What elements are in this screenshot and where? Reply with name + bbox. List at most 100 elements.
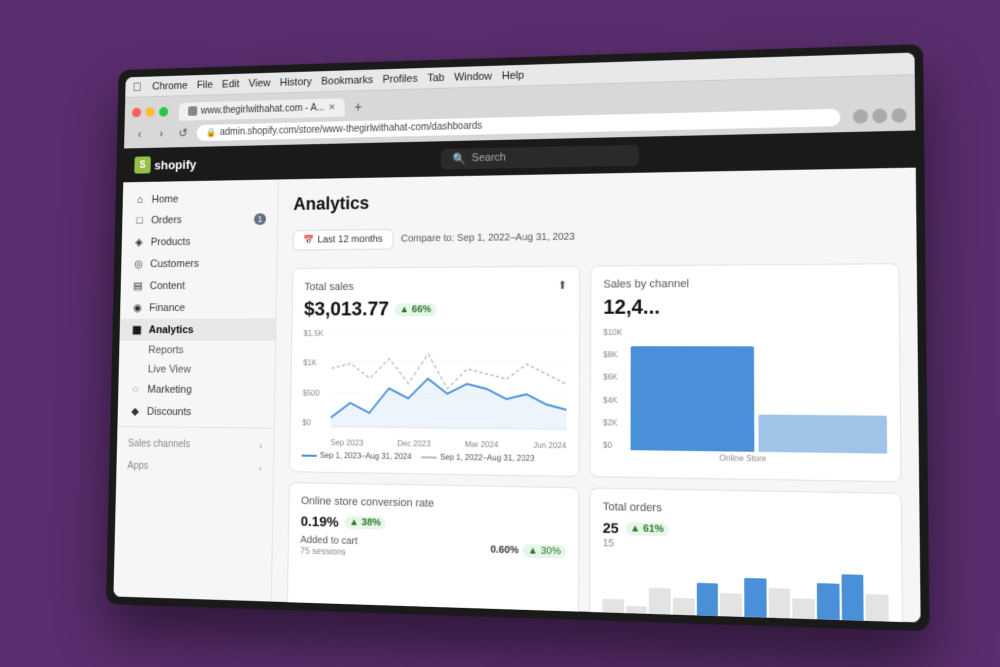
menu-edit[interactable]: Edit <box>222 78 240 90</box>
legend-line-dashed-icon <box>421 455 437 457</box>
sidebar-section-sales-channels[interactable]: Sales channels › <box>117 430 274 454</box>
share-icon[interactable]: ⬆ <box>558 278 567 291</box>
y-label-1: $1.5K <box>304 329 331 338</box>
traffic-lights <box>132 106 168 116</box>
bar-secondary <box>759 414 887 453</box>
sidebar-item-customers[interactable]: ◎ Customers <box>121 251 277 274</box>
shopify-search-container: 🔍 Search <box>203 138 902 173</box>
extension-btn-2[interactable] <box>872 108 887 123</box>
laptop-frame:  Chrome File Edit View History Bookmark… <box>106 44 930 631</box>
sales-channel-title: Sales by channel <box>603 276 885 290</box>
back-button[interactable]: ‹ <box>131 125 148 142</box>
tab-close-icon[interactable]: ✕ <box>328 101 335 112</box>
sidebar-item-orders[interactable]: □ Orders 1 <box>122 208 277 231</box>
menu-view[interactable]: View <box>249 77 271 89</box>
conversion-change-badge: ▲ 38% <box>344 515 385 529</box>
sidebar-item-analytics[interactable]: ▦ Analytics <box>119 318 275 340</box>
bar-chart-y-labels: $10K $8K $6K $4K $2K $0 <box>603 327 626 449</box>
menu-chrome[interactable]: Chrome <box>152 79 188 91</box>
products-icon: ◈ <box>133 235 146 247</box>
sidebar-label-content: Content <box>150 279 185 291</box>
sidebar-item-live-view[interactable]: Live View <box>119 359 275 379</box>
sidebar: ⌂ Home □ Orders 1 ◈ Products ◎ Custome <box>113 179 278 601</box>
extension-btn-3[interactable] <box>891 108 906 123</box>
mini-bar-chart <box>602 555 888 622</box>
apple-logo-icon:  <box>133 79 142 93</box>
conversion-detail-change: ▲ 30% <box>523 544 566 558</box>
sidebar-divider-1 <box>117 425 273 428</box>
bar-chart-container: $10K $8K $6K $4K $2K $0 <box>603 327 887 453</box>
sidebar-section-label: Sales channels <box>128 438 190 449</box>
bar-y-label-5: $2K <box>603 417 622 426</box>
conversion-title: Online store conversion rate <box>301 495 566 512</box>
conversion-detail-label: Added to cart <box>300 534 357 546</box>
conversion-detail-value: 0.60% <box>490 544 518 556</box>
x-label-3: Mar 2024 <box>465 439 499 448</box>
sidebar-label-analytics: Analytics <box>149 323 194 335</box>
total-sales-change-badge: ▲ 66% <box>395 303 437 316</box>
sales-channel-chart: $10K $8K $6K $4K $2K $0 <box>603 327 887 453</box>
shopify-app: S shopify 🔍 Search ⌂ Home <box>113 130 920 622</box>
minimize-button[interactable] <box>145 107 154 117</box>
menu-tab[interactable]: Tab <box>427 71 444 83</box>
forward-button[interactable]: › <box>153 124 170 141</box>
sidebar-item-discounts[interactable]: ◆ Discounts <box>118 400 275 424</box>
mini-bar-1 <box>602 598 623 617</box>
url-text: admin.shopify.com/store/www-thegirlwitha… <box>220 120 483 137</box>
chevron-right-icon-2: › <box>259 463 262 473</box>
search-bar[interactable]: 🔍 Search <box>441 144 639 169</box>
sidebar-item-home[interactable]: ⌂ Home <box>123 187 278 210</box>
close-button[interactable] <box>132 107 141 117</box>
main-layout: ⌂ Home □ Orders 1 ◈ Products ◎ Custome <box>113 167 920 622</box>
x-label-2: Dec 2023 <box>397 439 430 448</box>
content-icon: ▤ <box>131 279 144 291</box>
bar-group-online-store-prev <box>758 327 887 453</box>
content-area: Analytics 📅 Last 12 months Compare to: S… <box>272 167 921 622</box>
maximize-button[interactable] <box>159 106 168 116</box>
conversion-detail-right: 0.60% ▲ 30% <box>490 543 566 558</box>
sidebar-label-orders: Orders <box>151 214 182 226</box>
menu-help[interactable]: Help <box>502 69 524 81</box>
line-chart-svg <box>331 328 567 429</box>
menu-history[interactable]: History <box>280 75 312 87</box>
mini-bar-10 <box>817 583 840 622</box>
sidebar-label-customers: Customers <box>150 257 199 269</box>
sidebar-section-apps[interactable]: Apps › <box>116 452 273 477</box>
mini-bar-5 <box>697 582 719 620</box>
mini-bar-11 <box>841 574 864 622</box>
bar-x-label: Online Store <box>603 451 887 464</box>
sidebar-item-products[interactable]: ◈ Products <box>122 229 278 253</box>
marketing-icon: ◌ <box>129 383 142 395</box>
sidebar-item-finance[interactable]: ◉ Finance <box>120 296 276 319</box>
menu-window[interactable]: Window <box>454 70 492 83</box>
sidebar-label-finance: Finance <box>149 301 185 313</box>
bar-y-label-3: $6K <box>603 372 622 381</box>
legend-label-current: Sep 1, 2023–Aug 31, 2024 <box>320 450 412 460</box>
mini-bar-12 <box>866 594 889 622</box>
chevron-right-icon: › <box>259 440 262 450</box>
browser-tab[interactable]: www.thegirlwithahat.com - A... ✕ <box>179 97 345 120</box>
finance-icon: ◉ <box>131 301 144 313</box>
extension-btn-1[interactable] <box>853 109 868 124</box>
sidebar-item-content[interactable]: ▤ Content <box>121 273 277 296</box>
menu-profiles[interactable]: Profiles <box>383 72 418 85</box>
period-filter-button[interactable]: 📅 Last 12 months <box>293 228 394 250</box>
mini-bar-2 <box>626 605 647 618</box>
menu-file[interactable]: File <box>197 78 213 90</box>
new-tab-button[interactable]: + <box>348 96 367 116</box>
total-orders-card: Total orders 25 ▲ 61% 15 <box>589 487 903 622</box>
bar-y-label-1: $10K <box>603 327 622 336</box>
orders-badge: 1 <box>254 213 266 225</box>
shopify-logo: S shopify <box>134 155 196 173</box>
period-filter-label: Last 12 months <box>317 233 382 244</box>
sidebar-item-reports[interactable]: Reports <box>119 340 275 360</box>
y-label-2: $1K <box>303 358 330 367</box>
menu-bookmarks[interactable]: Bookmarks <box>321 73 373 86</box>
sidebar-label-live-view: Live View <box>148 363 191 375</box>
shopify-logo-icon: S <box>134 156 151 173</box>
refresh-button[interactable]: ↺ <box>175 124 192 141</box>
mini-bar-9 <box>793 598 815 622</box>
x-label-4: Jun 2024 <box>533 440 566 450</box>
conversion-detail-left: Added to cart 75 sessions <box>300 534 357 556</box>
sidebar-item-marketing[interactable]: ◌ Marketing <box>118 378 274 400</box>
